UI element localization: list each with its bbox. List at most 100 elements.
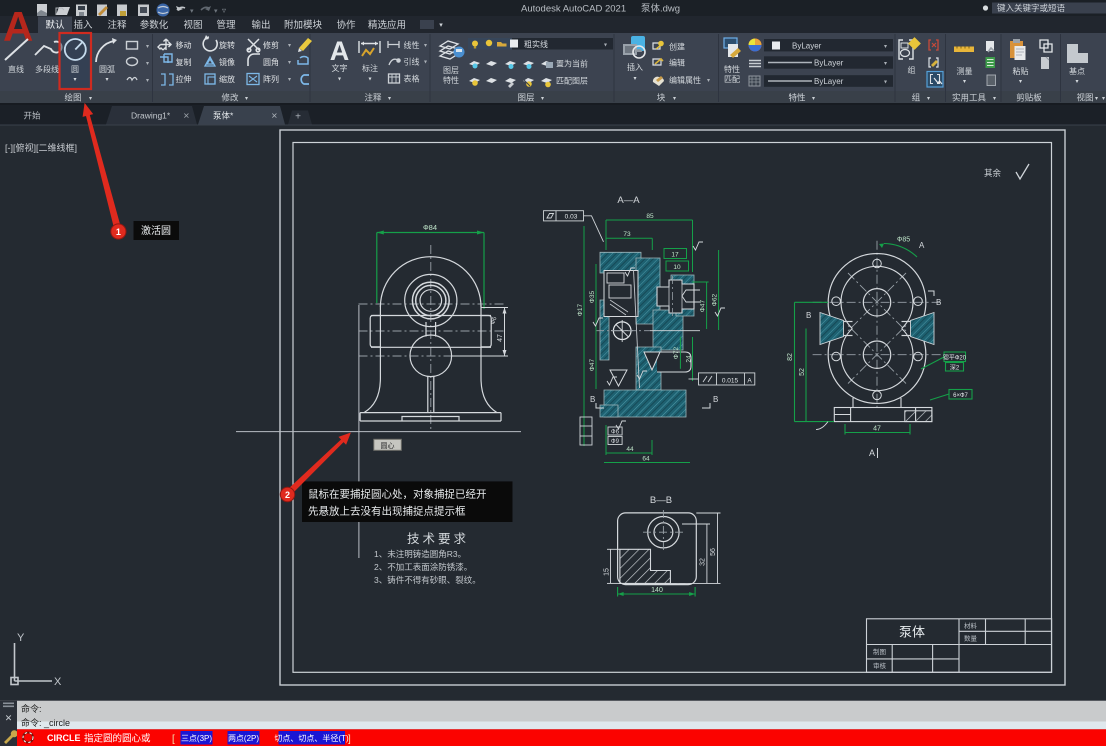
svg-text:▾: ▾ <box>1102 96 1105 102</box>
svg-text:47: 47 <box>873 426 881 433</box>
svg-text:✕: ✕ <box>183 112 190 121</box>
svg-text:▾: ▾ <box>1019 79 1022 85</box>
svg-text:置为当前: 置为当前 <box>556 59 588 69</box>
svg-text:图层: 图层 <box>443 66 459 75</box>
svg-text:剪贴板: 剪贴板 <box>1016 93 1042 103</box>
svg-text:▾: ▾ <box>439 22 443 29</box>
svg-text:82: 82 <box>787 353 794 361</box>
svg-text:块: 块 <box>657 93 666 103</box>
svg-text:✕: ✕ <box>271 112 278 121</box>
svg-text:▾: ▾ <box>146 61 149 67</box>
svg-text:绘图: 绘图 <box>64 93 81 103</box>
svg-text:Ф9: Ф9 <box>611 439 620 445</box>
svg-text:]: ] <box>348 734 351 745</box>
svg-text:▾: ▾ <box>146 44 149 50</box>
svg-text:▾: ▾ <box>368 77 371 83</box>
svg-text:▾: ▾ <box>604 43 607 49</box>
svg-text:▾: ▾ <box>214 8 218 15</box>
svg-text:激活圆: 激活圆 <box>141 224 171 237</box>
svg-text:匹配: 匹配 <box>724 75 740 84</box>
svg-text:1: 1 <box>116 227 121 237</box>
svg-text:24: 24 <box>685 355 692 363</box>
svg-text:6×Ф7: 6×Ф7 <box>953 393 968 399</box>
svg-text:旋转: 旋转 <box>219 40 235 50</box>
svg-text:47: 47 <box>497 334 504 342</box>
svg-text:特性: 特性 <box>788 93 806 103</box>
svg-text:编辑: 编辑 <box>669 58 685 68</box>
svg-text:创建: 创建 <box>669 42 685 52</box>
svg-text:▾: ▾ <box>707 78 710 84</box>
svg-text:技术要求: 技术要求 <box>407 532 469 546</box>
svg-text:注释: 注释 <box>364 93 382 103</box>
svg-text:1、未注明铸造圆角R3。: 1、未注明铸造圆角R3。 <box>374 549 466 559</box>
svg-text:ByLayer: ByLayer <box>814 77 844 86</box>
svg-text:材料: 材料 <box>964 621 978 630</box>
svg-text:2、不加工表面涂防锈漆。: 2、不加工表面涂防锈漆。 <box>374 562 472 572</box>
svg-text:键入关键字或短语: 键入关键字或短语 <box>997 3 1066 13</box>
svg-text:44: 44 <box>626 446 634 453</box>
svg-text:粗实线: 粗实线 <box>524 39 548 49</box>
svg-text:B: B <box>936 298 941 307</box>
svg-text:▾: ▾ <box>424 43 427 49</box>
svg-text:X: X <box>54 676 62 688</box>
svg-text:0.015: 0.015 <box>722 378 739 385</box>
svg-text:参数化: 参数化 <box>140 19 169 31</box>
svg-text:15: 15 <box>604 568 611 576</box>
svg-text:泵体.dwg: 泵体.dwg <box>641 3 680 15</box>
svg-text:▾: ▾ <box>1075 79 1078 85</box>
svg-text:Ф47: Ф47 <box>700 300 707 313</box>
svg-text:B—B: B—B <box>650 495 672 506</box>
svg-text:引线: 引线 <box>404 57 420 67</box>
svg-text:镜像: 镜像 <box>219 57 235 67</box>
svg-text:+: + <box>295 112 301 123</box>
svg-text:ByLayer: ByLayer <box>792 42 822 51</box>
svg-text:审核: 审核 <box>873 661 887 670</box>
svg-text:组: 组 <box>912 93 921 103</box>
svg-text:视图: 视图 <box>1076 93 1093 103</box>
svg-text:73: 73 <box>623 231 631 238</box>
svg-text:Autodesk AutoCAD 2021: Autodesk AutoCAD 2021 <box>521 4 626 15</box>
svg-text:A—A: A—A <box>617 195 640 206</box>
svg-text:Ф6: Ф6 <box>611 430 620 436</box>
svg-text:标注: 标注 <box>362 63 378 73</box>
svg-text:▾: ▾ <box>288 60 291 66</box>
svg-text:圆心: 圆心 <box>381 442 395 450</box>
svg-text:A: A <box>869 448 875 458</box>
svg-text:Ф85: Ф85 <box>897 237 910 244</box>
svg-text:▾: ▾ <box>993 96 996 102</box>
svg-text:A: A <box>747 378 752 385</box>
svg-text:多段线: 多段线 <box>35 64 59 74</box>
svg-text:插入: 插入 <box>73 19 93 31</box>
svg-text:B: B <box>590 395 595 404</box>
svg-text:特性: 特性 <box>443 75 459 85</box>
svg-text:56: 56 <box>710 548 717 556</box>
svg-text:开始: 开始 <box>23 111 41 121</box>
svg-text:▾: ▾ <box>190 8 194 15</box>
svg-text:插入: 插入 <box>627 62 643 72</box>
svg-text:基点: 基点 <box>1069 66 1085 76</box>
svg-text:圆: 圆 <box>71 65 79 74</box>
svg-text:圆弧: 圆弧 <box>99 64 115 74</box>
svg-text:▾: ▾ <box>288 43 291 49</box>
svg-text:▾: ▾ <box>884 44 887 50</box>
svg-text:▾: ▾ <box>927 96 930 102</box>
svg-text:10: 10 <box>673 264 681 271</box>
svg-text:拉伸: 拉伸 <box>176 74 192 84</box>
svg-text:移动: 移动 <box>176 40 192 50</box>
svg-text:精选应用: 精选应用 <box>368 19 406 31</box>
svg-text:线性: 线性 <box>404 40 420 50</box>
svg-text:Ф84: Ф84 <box>423 223 437 232</box>
svg-text:其余: 其余 <box>984 168 1002 178</box>
svg-text:Y: Y <box>17 632 25 644</box>
svg-text:ByLayer: ByLayer <box>814 59 844 68</box>
svg-text:命令:: 命令: <box>21 703 42 714</box>
svg-text:A: A <box>330 36 350 66</box>
svg-text:32: 32 <box>700 558 707 566</box>
svg-text:B: B <box>806 311 811 320</box>
svg-text:✕: ✕ <box>5 713 13 723</box>
svg-text:鼠标在要捕捉圆心处，对象捕捉已经开: 鼠标在要捕捉圆心处，对象捕捉已经开 <box>308 488 487 501</box>
svg-text:A: A <box>919 241 925 250</box>
svg-text:▾: ▾ <box>89 96 92 102</box>
svg-text:52: 52 <box>799 368 806 376</box>
svg-text:85: 85 <box>646 213 654 220</box>
